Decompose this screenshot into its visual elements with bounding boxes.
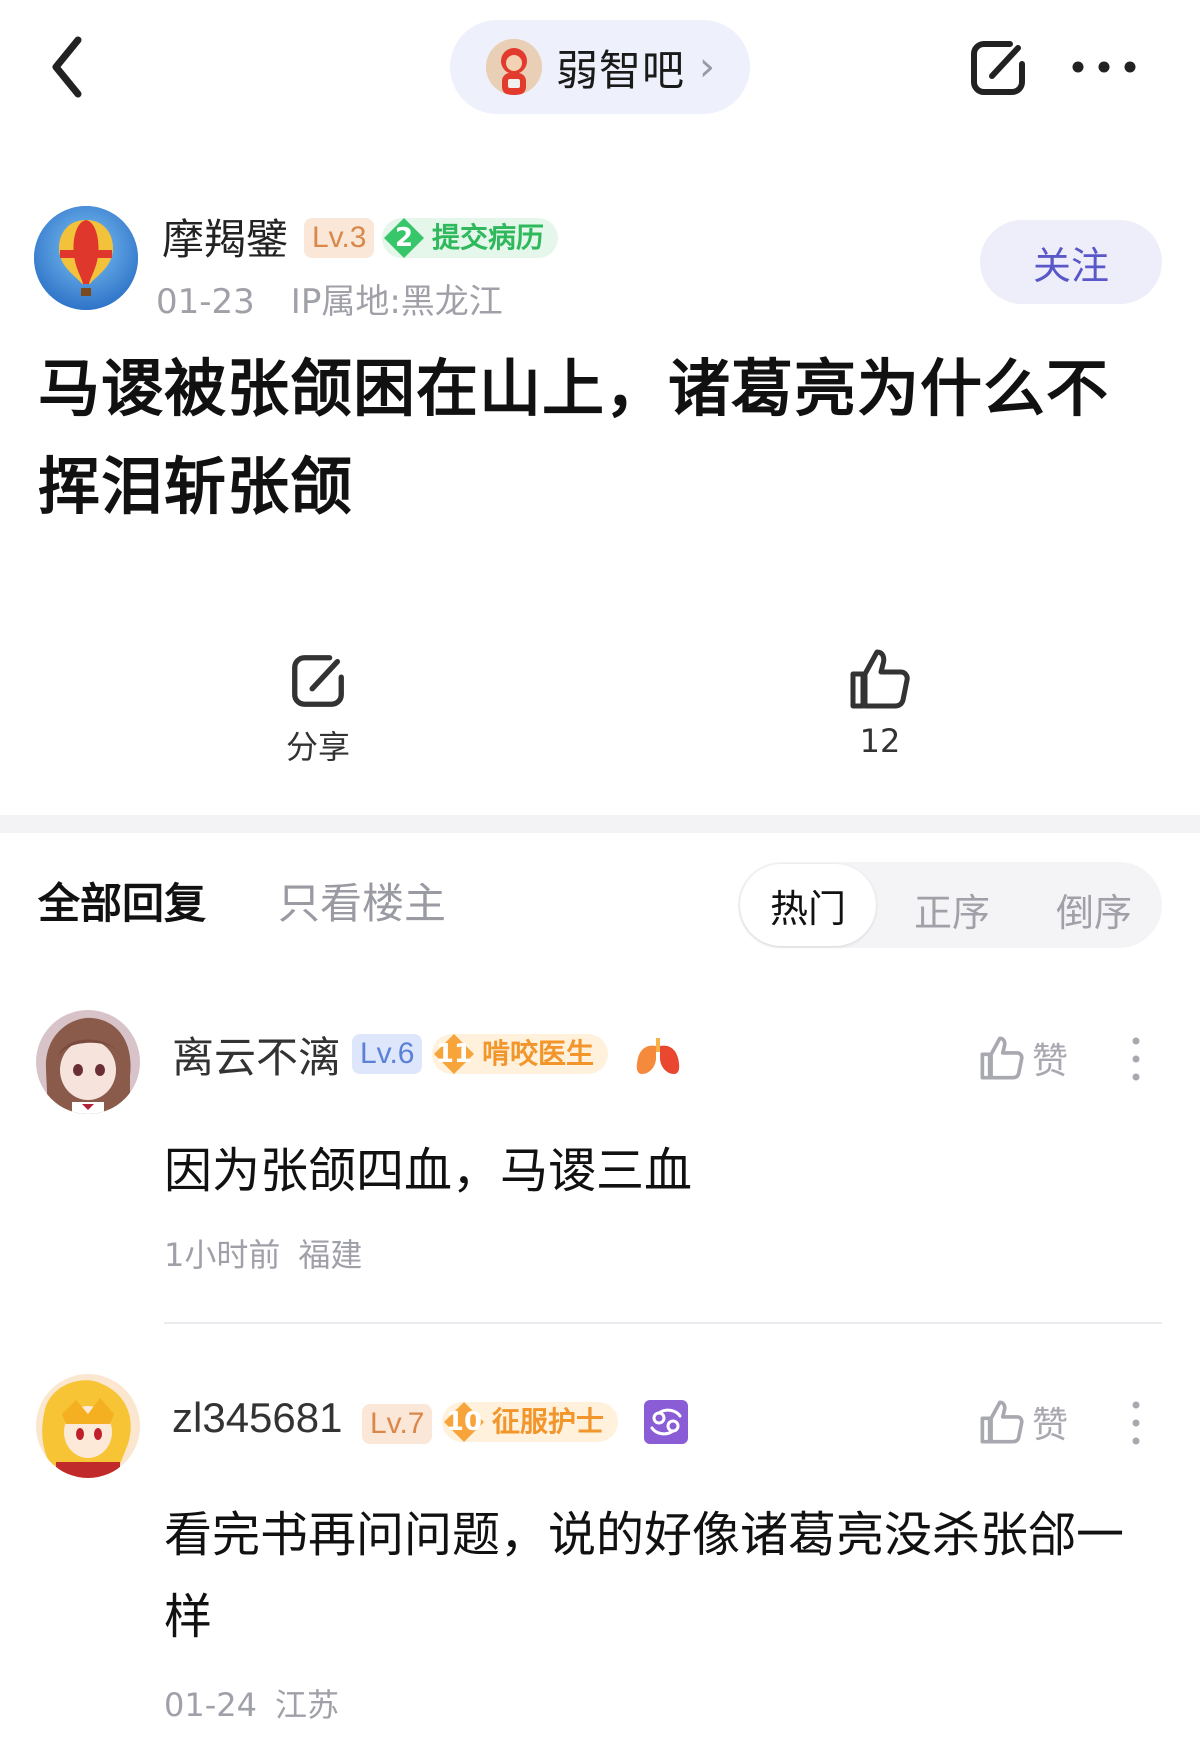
title-badge[interactable]: 2 提交病历 [382,216,559,260]
hot-air-balloon-icon [34,206,138,310]
title-badge-number: 10 [445,1407,483,1437]
comment-meta: 1小时前 福建 [164,1230,362,1276]
level-badge: Lv.7 [362,1404,433,1444]
forum-avatar-icon [486,39,542,95]
comment-username[interactable]: zl345681 [172,1394,342,1442]
title-badge[interactable]: 10 征服护士 [442,1400,619,1444]
comment-location: 福建 [298,1236,363,1274]
title-badge-gem: 11 [432,1032,476,1076]
sort-toggle: 热门 正序 倒序 [738,862,1162,948]
author-name[interactable]: 摩羯鐾 [162,206,288,267]
comment-location: 江苏 [274,1686,339,1724]
like-label: 赞 [1032,1405,1069,1446]
like-label: 赞 [1032,1041,1069,1082]
sort-hot[interactable]: 热门 [740,864,876,946]
back-chevron-icon [52,36,82,98]
title-badge-number: 11 [435,1039,473,1069]
level-badge: Lv.3 [304,218,375,258]
forum-name: 弱智吧 [556,45,686,95]
comment-divider [164,1322,1162,1324]
share-icon [292,655,344,707]
share-label: 分享 [285,728,350,766]
post-meta: 01-23 IP属地:黑龙江 [156,274,503,323]
anime-avatar-icon [36,1374,140,1478]
title-badge-text: 提交病历 [432,221,545,254]
tab-all-replies[interactable]: 全部回复 [38,870,206,931]
like-count: 12 [859,722,901,760]
comment-like-button[interactable]: 赞 [978,1396,1068,1448]
post-title: 马谡被张颌困在山上，诸葛亮为什么不挥泪斩张颌 [38,352,1110,523]
comment-like-button[interactable]: 赞 [978,1032,1068,1084]
comment-avatar[interactable] [36,1010,140,1114]
chevron-right-icon: › [699,44,716,90]
sort-descending[interactable]: 倒序 [1056,882,1132,937]
title-badge-text: 征服护士 [492,1405,605,1438]
share-icon [971,41,1025,95]
thumbs-up-icon [980,1036,1024,1080]
comment-text: 看完书再问问题，说的好像诸葛亮没杀张郃一样 [164,1507,1125,1645]
comment-meta: 01-24 江苏 [164,1680,339,1726]
more-horizontal-icon [1072,61,1136,73]
like-action[interactable]: 12 [824,646,936,760]
comment-more-button[interactable] [1131,1036,1141,1082]
level-badge: Lv.6 [352,1034,423,1074]
title-badge[interactable]: 11 啃咬医生 [432,1032,609,1076]
anime-avatar-icon [36,1010,140,1114]
title-badge-text: 啃咬医生 [482,1037,595,1070]
tab-op-only[interactable]: 只看楼主 [278,870,446,931]
post-ip: IP属地:黑龙江 [290,282,503,322]
thumbs-up-icon [980,1400,1024,1444]
comment-username[interactable]: 离云不漓 [172,1024,340,1085]
post-date: 01-23 [156,282,255,322]
back-button[interactable] [44,32,100,102]
thumbs-up-icon [850,649,910,709]
sort-ascending[interactable]: 正序 [914,882,990,937]
share-action[interactable]: 分享 [262,650,374,768]
lungs-icon [634,1036,682,1080]
follow-button[interactable]: 关注 [980,220,1162,304]
cancer-zodiac-icon [644,1400,688,1448]
share-button-top[interactable] [966,36,1030,100]
comment-text: 因为张颌四血，马谡三血 [164,1143,693,1199]
comment-time: 01-24 [164,1686,257,1724]
title-badge-gem: 10 [442,1400,486,1444]
section-divider [0,815,1200,833]
comment-avatar[interactable] [36,1374,140,1478]
more-vertical-icon [1132,1037,1140,1081]
comment-time: 1小时前 [164,1236,281,1274]
comment-more-button[interactable] [1131,1400,1141,1446]
forum-entry[interactable]: 弱智吧 › [450,20,750,114]
author-avatar[interactable] [34,206,138,310]
more-button[interactable] [1068,50,1140,84]
title-badge-gem: 2 [382,216,426,260]
title-badge-number: 2 [394,223,414,253]
more-vertical-icon [1132,1401,1140,1445]
